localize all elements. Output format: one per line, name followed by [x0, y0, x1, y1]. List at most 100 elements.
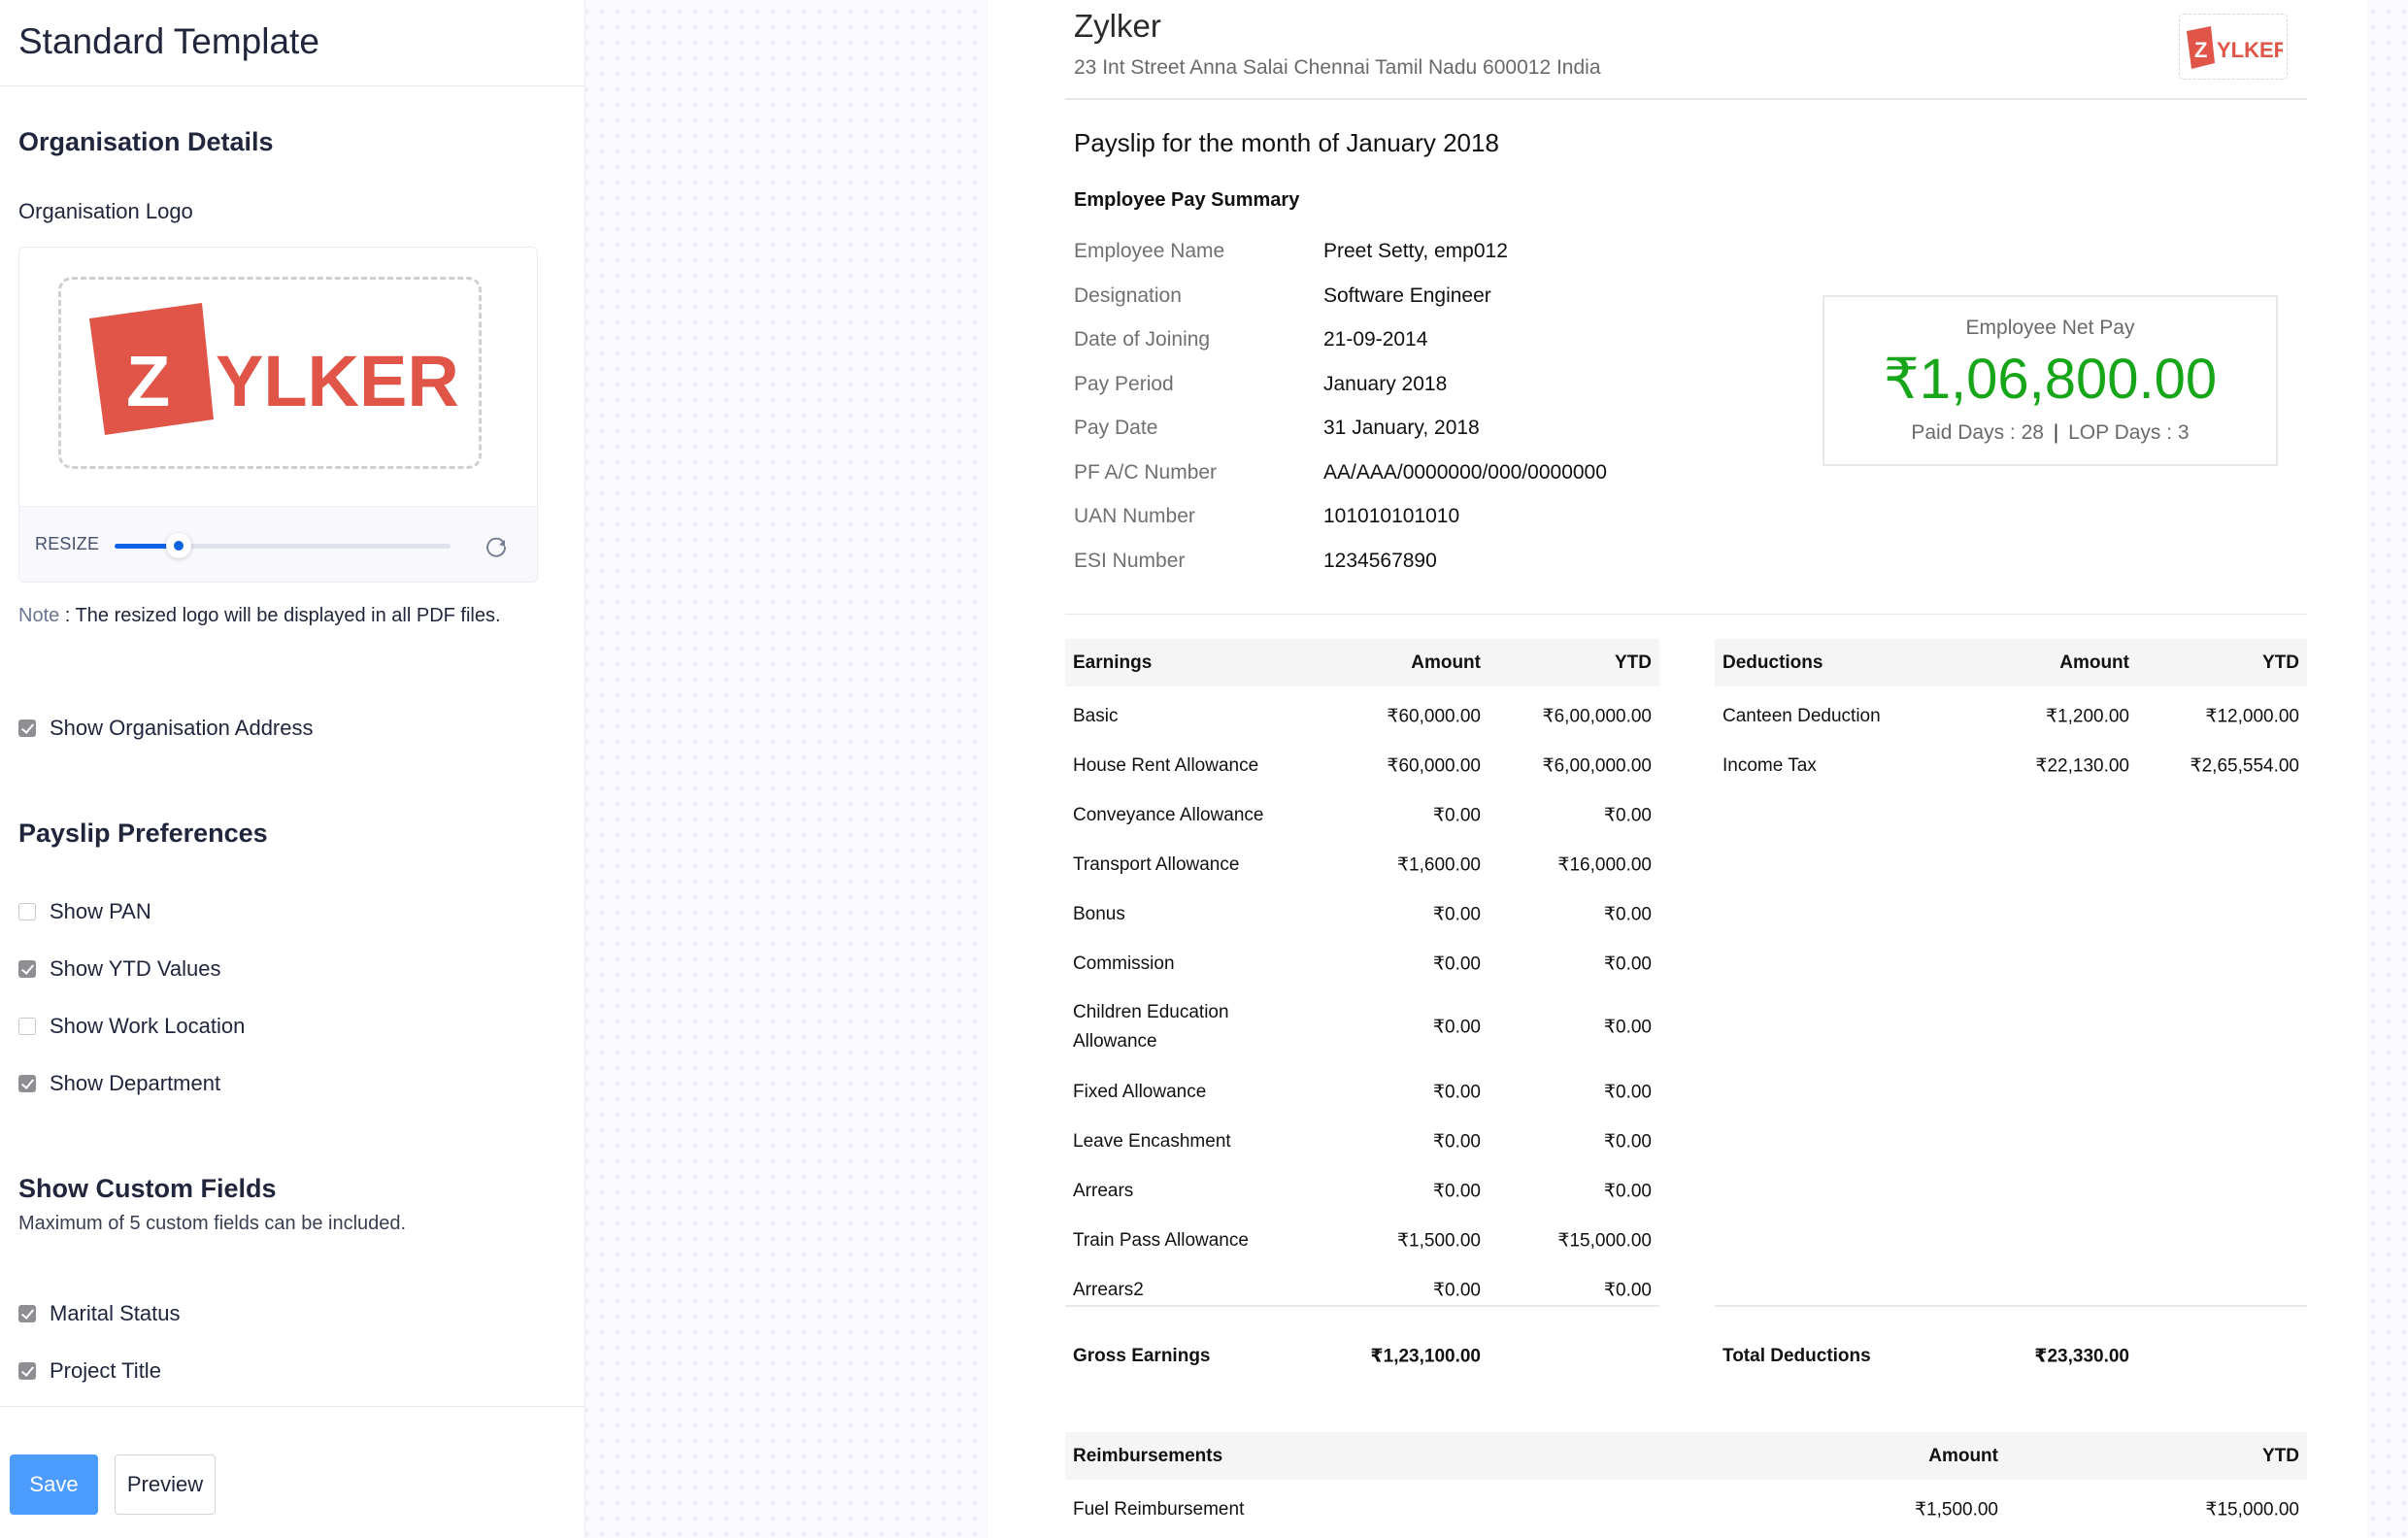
- checkbox-icon[interactable]: [18, 1075, 36, 1092]
- row-amount: ₹60,000.00: [1387, 706, 1481, 726]
- page-title: Standard Template: [18, 21, 319, 61]
- column-header: YTD: [1615, 652, 1652, 673]
- org-address: 23 Int Street Anna Salai Chennai Tamil N…: [1074, 56, 1601, 79]
- row-amount: ₹0.00: [1432, 1280, 1481, 1300]
- payslip-pref-checkbox[interactable]: Show YTD Values: [18, 954, 221, 984]
- column-header: YTD: [2262, 652, 2299, 673]
- summary-row: Date of Joining 21-09-2014: [1074, 328, 1754, 357]
- deductions-table: Deductions Amount YTD Canteen Deduction ₹1,2…: [1715, 639, 2307, 1396]
- custom-fields-subtitle: Maximum of 5 custom fields can be includ…: [18, 1213, 407, 1234]
- org-name: Zylker: [1074, 8, 1161, 44]
- table-row: Canteen Deduction ₹1,200.00 ₹12,000.00: [1715, 691, 2307, 741]
- template-settings-sidebar: Standard Template Organisation Details O…: [0, 0, 585, 1538]
- table-row: Conveyance Allowance ₹0.00 ₹0.00: [1065, 790, 1659, 840]
- payslip-pref-checkbox[interactable]: Show PAN: [18, 897, 151, 926]
- divider: [0, 1406, 585, 1407]
- row-name: Commission: [1073, 953, 1175, 974]
- checkbox-icon[interactable]: [18, 1362, 36, 1380]
- summary-value: 31 January, 2018: [1323, 417, 1480, 439]
- row-name: Fixed Allowance: [1073, 1081, 1207, 1102]
- table-row: Train Pass Allowance ₹1,500.00 ₹15,000.00: [1065, 1216, 1659, 1265]
- org-logo-label: Organisation Logo: [18, 199, 193, 223]
- table-row: Arrears ₹0.00 ₹0.00: [1065, 1166, 1659, 1216]
- table-row: Fuel Reimbursement ₹1,500.00 ₹15,000.00: [1065, 1485, 2307, 1534]
- summary-value: 101010101010: [1323, 505, 1460, 527]
- table-header: Reimbursements Amount YTD: [1065, 1432, 2307, 1480]
- checkbox-label: Marital Status: [50, 1301, 181, 1325]
- paid-days: Paid Days : 28: [1911, 421, 2044, 444]
- pay-summary-heading: Employee Pay Summary: [1074, 189, 1300, 211]
- row-amount: ₹1,500.00: [1396, 1230, 1481, 1251]
- row-ytd: ₹0.00: [1603, 1017, 1652, 1038]
- checkbox-label: Show Work Location: [50, 1014, 246, 1038]
- payslip-preferences-heading: Payslip Preferences: [18, 819, 268, 848]
- summary-value: Software Engineer: [1323, 284, 1491, 307]
- summary-value: AA/AAA/0000000/000/0000000: [1323, 460, 1607, 484]
- column-header: Amount: [1411, 652, 1481, 673]
- paid-lop-days: Paid Days : 28 | LOP Days : 3: [1824, 421, 2276, 445]
- row-amount: ₹1,600.00: [1396, 854, 1481, 875]
- table-row: Transport Allowance ₹1,600.00 ₹16,000.00: [1065, 840, 1659, 889]
- divider: [1065, 1305, 1659, 1307]
- summary-label: UAN Number: [1074, 505, 1195, 527]
- table-row: House Rent Allowance ₹60,000.00 ₹6,00,000.…: [1065, 741, 1659, 790]
- custom-field-checkbox[interactable]: Project Title: [18, 1356, 161, 1386]
- zylker-logo: Z YLKER: [89, 303, 459, 435]
- summary-label: Pay Period: [1074, 372, 1174, 395]
- total-row: Gross Earnings ₹1,23,100.00: [1065, 1334, 1659, 1379]
- checkbox-icon[interactable]: [18, 719, 36, 737]
- checkbox-icon[interactable]: [18, 1305, 36, 1322]
- show-org-address-checkbox[interactable]: Show Organisation Address: [18, 714, 314, 743]
- row-name: Train Pass Allowance: [1073, 1229, 1249, 1251]
- summary-row: Employee Name Preet Setty, emp012: [1074, 240, 1754, 269]
- total-row: Total Deductions ₹23,330.00: [1715, 1334, 2307, 1379]
- save-button[interactable]: Save: [10, 1454, 98, 1515]
- row-name: Conveyance Allowance: [1073, 804, 1264, 825]
- divider: [1065, 614, 2307, 615]
- preview-button[interactable]: Preview: [115, 1454, 216, 1515]
- summary-row: Pay Period January 2018: [1074, 373, 1754, 402]
- row-name: Leave Encashment: [1073, 1130, 1231, 1152]
- payslip-pref-checkbox[interactable]: Show Work Location: [18, 1012, 245, 1041]
- net-pay-label: Employee Net Pay: [1965, 317, 2135, 339]
- summary-row: ESI Number 1234567890: [1074, 550, 1754, 579]
- payslip-logo: Z YLKER: [2179, 14, 2288, 80]
- payslip-preview: Zylker 23 Int Street Anna Salai Chennai …: [987, 0, 2367, 1538]
- row-amount: ₹1,200.00: [2045, 706, 2129, 726]
- checkbox-icon[interactable]: [18, 1018, 36, 1035]
- table-row: Bonus ₹0.00 ₹0.00: [1065, 889, 1659, 939]
- row-name: Basic: [1073, 705, 1119, 726]
- checkbox-label: Show YTD Values: [50, 956, 221, 981]
- summary-label: PF A/C Number: [1074, 460, 1218, 484]
- summary-label: Date of Joining: [1074, 328, 1211, 351]
- custom-field-checkbox[interactable]: Marital Status: [18, 1299, 181, 1328]
- row-ytd: ₹0.00: [1603, 1181, 1652, 1201]
- row-amount: ₹22,130.00: [2035, 755, 2129, 776]
- row-ytd: ₹0.00: [1603, 1131, 1652, 1152]
- logo-wordmark: YLKER: [216, 341, 459, 421]
- svg-text:YLKER: YLKER: [2217, 38, 2283, 62]
- checkbox-icon[interactable]: [18, 960, 36, 978]
- summary-value: 1234567890: [1323, 549, 1437, 572]
- checkbox-icon[interactable]: [18, 903, 36, 920]
- logo-preview[interactable]: Z YLKER: [19, 248, 537, 506]
- row-amount: ₹0.00: [1432, 953, 1481, 974]
- custom-fields-heading: Show Custom Fields: [18, 1174, 277, 1203]
- svg-text:Z: Z: [2194, 38, 2207, 62]
- total-label: Gross Earnings: [1073, 1346, 1211, 1366]
- checkbox-label: Show Organisation Address: [50, 716, 314, 740]
- summary-row: UAN Number 101010101010: [1074, 505, 1754, 534]
- row-ytd: ₹12,000.00: [2205, 706, 2299, 726]
- divider: [0, 85, 585, 86]
- slider-thumb[interactable]: [165, 533, 191, 558]
- summary-row: Designation Software Engineer: [1074, 284, 1754, 314]
- resize-note: Note : The resized logo will be displaye…: [18, 600, 523, 632]
- row-ytd: ₹0.00: [1603, 953, 1652, 974]
- row-ytd: ₹0.00: [1603, 904, 1652, 924]
- row-name: Transport Allowance: [1073, 853, 1240, 875]
- reset-icon[interactable]: [485, 534, 508, 557]
- resize-slider[interactable]: [115, 533, 451, 558]
- row-ytd: ₹0.00: [1603, 805, 1652, 825]
- payslip-pref-checkbox[interactable]: Show Department: [18, 1069, 220, 1098]
- row-amount: ₹60,000.00: [1387, 755, 1481, 776]
